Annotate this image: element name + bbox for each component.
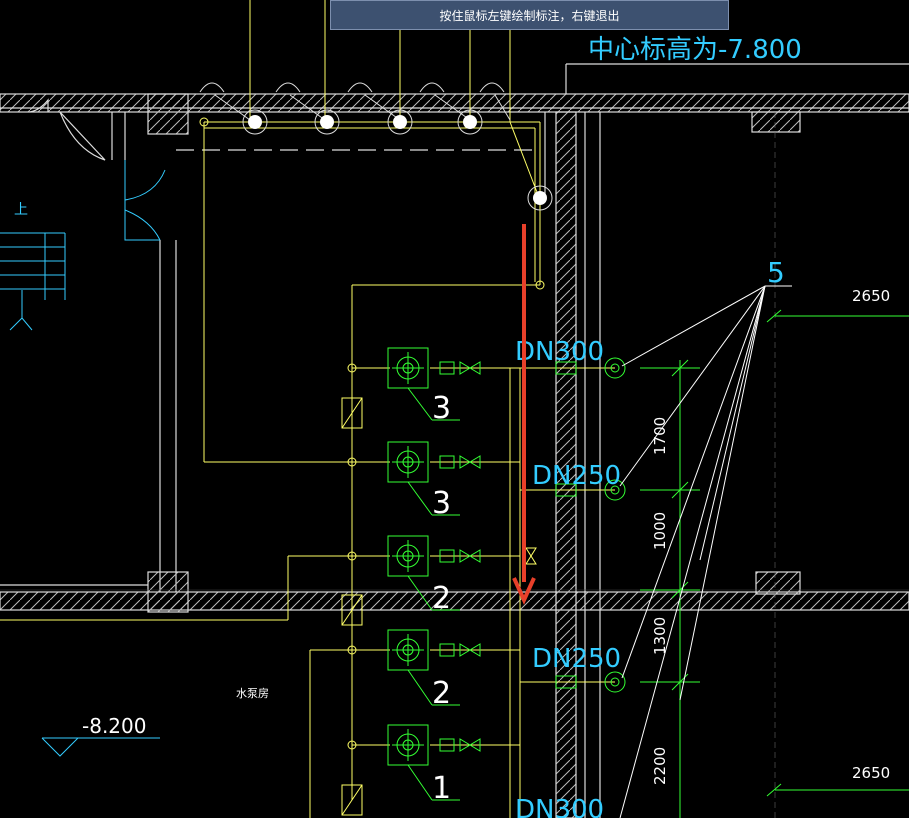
stair-and-door — [0, 160, 166, 331]
leader-number-5: 5 — [767, 256, 785, 289]
pump-3a-label: 3 — [432, 391, 451, 426]
dn250-label-1: DN250 — [532, 461, 621, 491]
command-tooltip: 按住鼠标左键绘制标注，右键退出 — [330, 0, 729, 30]
riser-valve — [525, 547, 537, 565]
dim-2650-top: 2650 — [852, 287, 890, 305]
dimensions — [640, 309, 909, 818]
room-name-label: 水泵房 — [236, 687, 269, 700]
pump-labels: 3 3 2 2 1 — [432, 391, 451, 806]
leader-lines — [619, 285, 792, 818]
dim-2650-bottom: 2650 — [852, 764, 890, 782]
elevation-8200-label: -8.200 — [82, 714, 146, 738]
elevation-symbol — [41, 737, 160, 757]
tooltip-text: 按住鼠标左键绘制标注，右键退出 — [439, 8, 620, 23]
cad-drawing-canvas[interactable]: 上 3 3 2 2 1 2650 2650 1700 1000 1300 220… — [0, 0, 909, 818]
dn300-bottom-label: DN300 — [515, 795, 604, 818]
stair-up-label: 上 — [14, 202, 28, 218]
pump-1-label: 1 — [432, 771, 451, 806]
red-arrow-annotation — [512, 224, 536, 605]
dim-1000: 1000 — [651, 512, 669, 550]
white-nodes — [242, 109, 553, 211]
dim-2200: 2200 — [651, 747, 669, 785]
pump-2a-label: 2 — [432, 581, 451, 616]
dn250-label-2: DN250 — [532, 644, 621, 674]
pumps — [387, 347, 626, 801]
pump-3b-label: 3 — [432, 486, 451, 521]
pump-2b-label: 2 — [432, 676, 451, 711]
center-elevation-label: 中心标高为-7.800 — [588, 35, 802, 65]
dn300-top-label: DN300 — [515, 337, 604, 367]
